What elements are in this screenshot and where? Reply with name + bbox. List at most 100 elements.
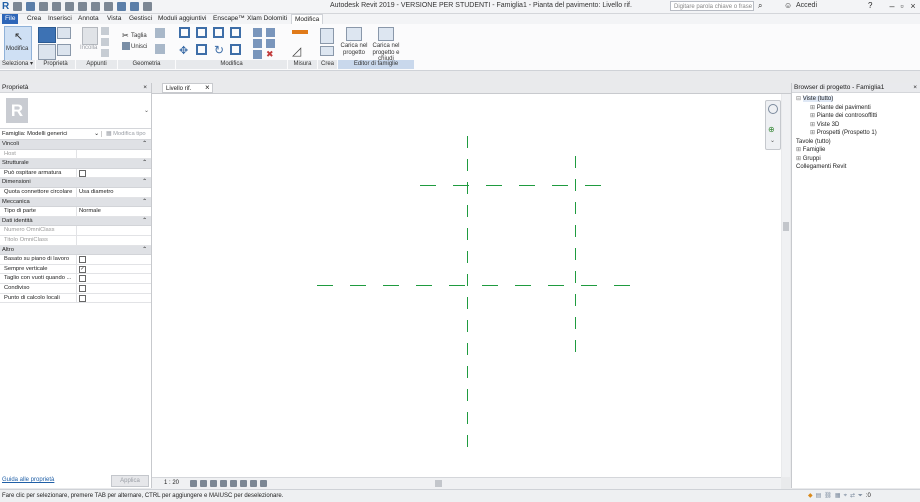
reference-plane-segment[interactable]: [581, 285, 597, 286]
modify-button[interactable]: ↖ Modifica: [4, 26, 32, 62]
expand-icon[interactable]: ⊞: [810, 130, 817, 136]
reference-plane-segment[interactable]: [453, 185, 469, 186]
browser-item[interactable]: Tavole (tutto): [792, 138, 920, 147]
property-checkbox[interactable]: ✓: [79, 265, 86, 273]
expand-icon[interactable]: ⊞: [810, 105, 817, 111]
match-icon[interactable]: [101, 49, 109, 57]
reference-plane-segment[interactable]: [585, 185, 601, 186]
reference-plane-segment[interactable]: [552, 185, 568, 186]
user-icon[interactable]: ☺: [784, 1, 792, 10]
text-icon[interactable]: [104, 2, 114, 11]
reference-plane-segment[interactable]: [416, 285, 432, 286]
vertical-scrollbar[interactable]: [782, 94, 790, 477]
reference-plane-segment[interactable]: [449, 285, 465, 286]
properties-section-header[interactable]: Dimensioni ⌃: [0, 178, 151, 188]
reference-plane-segment[interactable]: [467, 412, 468, 424]
reference-plane-segment[interactable]: [467, 435, 468, 447]
copy-icon[interactable]: [101, 27, 109, 35]
zoom-icon[interactable]: ⊕: [768, 125, 775, 134]
tab-enscape[interactable]: Enscape™: [210, 14, 248, 24]
open-icon[interactable]: [13, 2, 23, 11]
properties-icon[interactable]: [38, 27, 56, 43]
worksets-icon[interactable]: ◆: [808, 490, 813, 502]
reference-plane-segment[interactable]: [575, 225, 576, 237]
reference-plane-segment[interactable]: [383, 285, 399, 286]
sun-path-icon[interactable]: [210, 480, 217, 487]
property-value[interactable]: [77, 255, 151, 264]
properties-section-header[interactable]: Altro ⌃: [0, 245, 151, 256]
cut-geometry-icon[interactable]: ✂: [122, 31, 129, 40]
close-button[interactable]: ×: [905, 0, 920, 13]
reference-plane-segment[interactable]: [575, 340, 576, 352]
reference-plane-segment[interactable]: [614, 285, 630, 286]
aligned-dimension-icon[interactable]: ◿: [292, 44, 301, 58]
reference-plane-segment[interactable]: [575, 156, 576, 168]
detail-level-icon[interactable]: [190, 480, 197, 487]
signin-button[interactable]: Accedi: [796, 2, 817, 9]
browser-item[interactable]: ⊞ Viste 3D: [792, 121, 920, 130]
tab-vista[interactable]: Vista: [104, 14, 124, 24]
browser-item[interactable]: ⊞ Gruppi: [792, 155, 920, 164]
property-value[interactable]: Usa diametro: [77, 188, 151, 197]
property-value[interactable]: [77, 150, 151, 159]
reference-plane-segment[interactable]: [575, 179, 576, 191]
drawing-canvas[interactable]: [152, 94, 781, 477]
show-crop-icon[interactable]: [240, 480, 247, 487]
expand-icon[interactable]: ⊞: [796, 156, 803, 162]
browser-item[interactable]: ⊟ Viste (tutto): [792, 95, 920, 104]
property-checkbox[interactable]: [79, 294, 86, 302]
cut-small-icon[interactable]: [101, 38, 109, 46]
search-icon[interactable]: ⌕: [758, 1, 762, 11]
close-icon[interactable]: ×: [143, 83, 147, 92]
reference-plane-segment[interactable]: [467, 274, 468, 286]
property-value[interactable]: [77, 284, 151, 293]
reference-plane-segment[interactable]: [467, 159, 468, 171]
reference-plane-segment[interactable]: [482, 285, 498, 286]
reference-plane-segment[interactable]: [575, 202, 576, 214]
cut-button[interactable]: Taglia: [131, 33, 147, 39]
expand-icon[interactable]: ⊟: [796, 96, 803, 102]
rotate-icon[interactable]: ↻: [214, 43, 224, 57]
visual-style-icon[interactable]: [200, 480, 207, 487]
reference-plane-segment[interactable]: [575, 271, 576, 283]
help-icon[interactable]: ?: [868, 1, 872, 10]
expand-icon[interactable]: ⊞: [810, 122, 817, 128]
tab-xlam-dolomiti[interactable]: Xlam Dolomiti: [244, 14, 290, 24]
expand-icon[interactable]: ⊞: [810, 113, 817, 119]
close-hidden-icon[interactable]: [143, 2, 153, 11]
type-properties-icon[interactable]: [57, 27, 71, 39]
steering-wheel-icon[interactable]: [768, 104, 778, 114]
redo-icon[interactable]: [65, 2, 75, 11]
reference-plane-segment[interactable]: [467, 297, 468, 309]
offset-icon[interactable]: [196, 27, 207, 38]
vertical-scroll-thumb[interactable]: [783, 222, 789, 231]
apply-button[interactable]: Applica: [111, 475, 149, 487]
paste-icon[interactable]: [82, 27, 98, 45]
measure-tool-icon[interactable]: [292, 30, 308, 34]
reference-plane-segment[interactable]: [515, 285, 531, 286]
close-icon[interactable]: ×: [913, 83, 917, 92]
print-icon[interactable]: [78, 2, 88, 11]
type-dropdown-icon[interactable]: ⌄: [144, 107, 149, 114]
tab-annota[interactable]: Annota: [75, 14, 102, 24]
tab-inserisci[interactable]: Inserisci: [45, 14, 75, 24]
tab-moduli-aggiuntivi[interactable]: Moduli aggiuntivi: [155, 14, 209, 24]
undo-icon[interactable]: [52, 2, 62, 11]
properties-section-header[interactable]: Strutturale ⌃: [0, 159, 151, 169]
property-value[interactable]: Normale: [77, 207, 151, 216]
mirror-draw-icon[interactable]: [230, 27, 241, 38]
tab-gestisci[interactable]: Gestisci: [126, 14, 155, 24]
reference-plane-segment[interactable]: [575, 294, 576, 306]
property-checkbox[interactable]: [79, 284, 86, 292]
reference-plane-segment[interactable]: [467, 366, 468, 378]
drag-elements-icon[interactable]: ⇄: [850, 490, 855, 502]
revit-logo-icon[interactable]: R: [2, 1, 9, 12]
reference-plane-segment[interactable]: [467, 182, 468, 194]
split-gap-icon[interactable]: [266, 28, 275, 37]
tab-crea[interactable]: Crea: [24, 14, 44, 24]
properties-help-link[interactable]: Guida alle proprietà: [2, 477, 54, 483]
hide-isolate-icon[interactable]: [250, 480, 257, 487]
load-and-close-icon[interactable]: [378, 27, 394, 41]
property-value[interactable]: [77, 226, 151, 235]
browser-item[interactable]: ⊞ Famiglie: [792, 146, 920, 155]
